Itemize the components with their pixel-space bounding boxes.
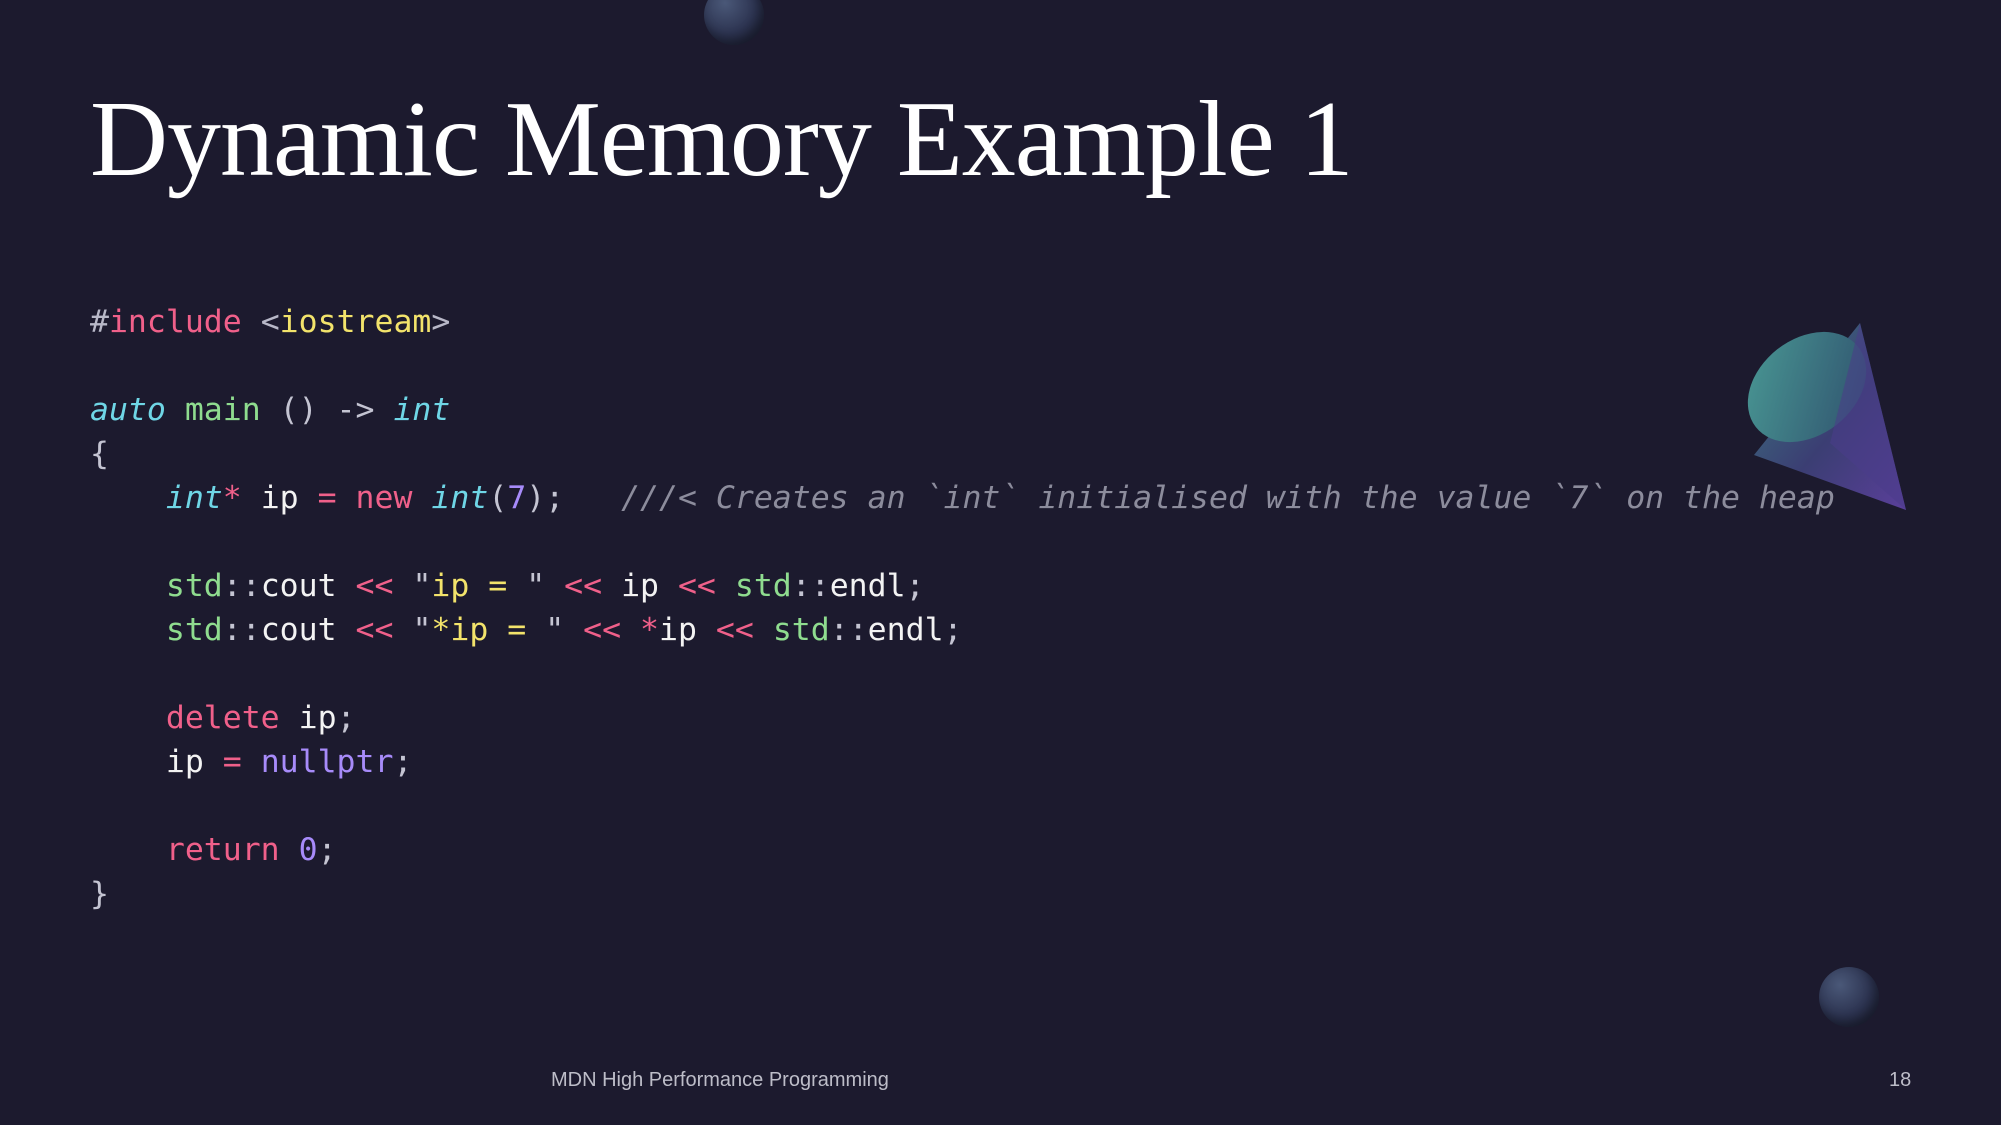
code-token: ip	[659, 612, 716, 648]
code-token: int	[165, 480, 223, 516]
code-line: int* ip = new int(7); ///< Creates an `i…	[90, 476, 1835, 520]
code-token: int	[393, 392, 451, 428]
code-token: ip =	[431, 568, 527, 604]
code-line: std::cout << "ip = " << ip << std::endl;	[90, 564, 1835, 608]
code-token: "	[526, 568, 546, 604]
code-token: 7	[507, 480, 527, 516]
code-token: =	[317, 480, 337, 516]
code-block: #include <iostream> auto main () -> int {…	[90, 300, 1835, 916]
code-token: nullptr	[260, 744, 394, 780]
code-token: <<	[355, 612, 394, 648]
code-line: }	[90, 872, 1835, 916]
code-line: ip = nullptr;	[90, 740, 1835, 784]
slide-footer: MDN High Performance Programming	[551, 1069, 889, 1091]
code-line: #include <iostream>	[90, 300, 1835, 344]
code-token: cout	[260, 568, 356, 604]
page-number: 18	[1889, 1069, 1912, 1091]
code-token: {	[90, 436, 109, 472]
code-token: delete	[165, 700, 280, 736]
code-token: ;	[317, 832, 337, 868]
code-token: *ip =	[431, 612, 546, 648]
decorative-cone-icon	[1747, 323, 1906, 510]
code-token: new	[355, 480, 413, 516]
code-token: std	[165, 568, 223, 604]
code-token: iostream	[279, 304, 432, 340]
code-token: ::	[791, 568, 830, 604]
code-token: std	[165, 612, 223, 648]
slide-title: Dynamic Memory Example 1	[90, 80, 1354, 199]
code-token: <<	[583, 612, 622, 648]
code-token: std	[772, 612, 830, 648]
code-token: "	[545, 612, 565, 648]
code-token: 0	[298, 832, 318, 868]
code-token: );	[526, 480, 565, 516]
code-token: return	[165, 832, 280, 868]
code-line: return 0;	[90, 828, 1835, 872]
code-line: {	[90, 432, 1835, 476]
code-token: >	[431, 304, 451, 340]
code-token: <<	[715, 612, 754, 648]
code-token: #	[90, 304, 109, 340]
code-token: () ->	[260, 392, 394, 428]
code-token: ip	[90, 744, 223, 780]
code-token: endl	[829, 568, 906, 604]
code-token: endl	[867, 612, 944, 648]
code-token: <<	[564, 568, 603, 604]
code-token: <<	[677, 568, 716, 604]
code-token: "	[412, 612, 432, 648]
code-token: include	[108, 304, 242, 340]
code-token: <	[241, 304, 280, 340]
code-line: auto main () -> int	[90, 388, 1835, 432]
code-token: std	[734, 568, 792, 604]
code-token: "	[412, 568, 432, 604]
code-token: =	[222, 744, 242, 780]
code-token: *	[640, 612, 660, 648]
code-token: (	[488, 480, 508, 516]
code-token: }	[90, 876, 109, 912]
code-token: cout	[260, 612, 356, 648]
code-token: ///< Creates an `int` initialised with t…	[621, 480, 1835, 516]
code-line: delete ip;	[90, 696, 1835, 740]
code-token: main	[184, 392, 261, 428]
code-token: ip	[279, 700, 337, 736]
code-token: <<	[355, 568, 394, 604]
code-token: ::	[222, 612, 261, 648]
code-token: *	[222, 480, 242, 516]
code-token: ;	[905, 568, 925, 604]
code-token: ;	[393, 744, 413, 780]
code-token: ip	[602, 568, 678, 604]
decorative-sphere-top-icon	[704, 0, 764, 45]
code-token: ip	[241, 480, 318, 516]
code-line: std::cout << "*ip = " << *ip << std::end…	[90, 608, 1835, 652]
code-token: ::	[222, 568, 261, 604]
code-token: ::	[829, 612, 868, 648]
code-token: ;	[336, 700, 356, 736]
code-token: ;	[943, 612, 963, 648]
code-token: auto	[90, 392, 166, 428]
decorative-sphere-bottom-icon	[1819, 967, 1879, 1027]
code-token: int	[431, 480, 489, 516]
